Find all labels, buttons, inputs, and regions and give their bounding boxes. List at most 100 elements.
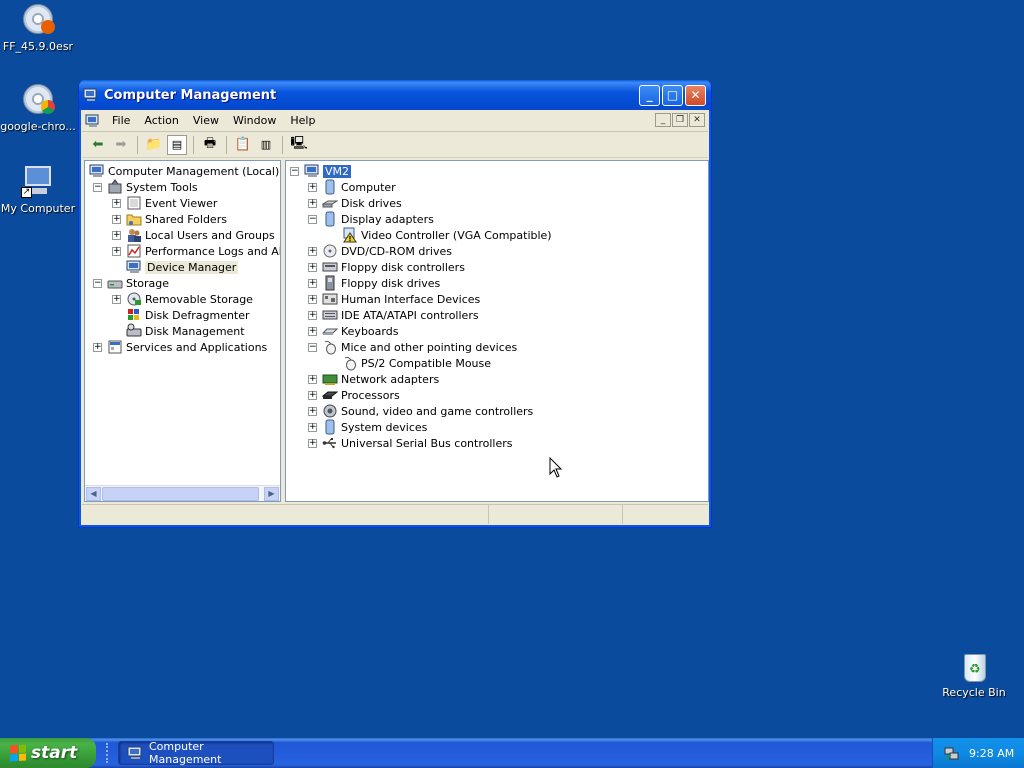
help-button[interactable]: ▥: [256, 135, 276, 155]
device-node-dvd-cdrom[interactable]: + DVD/CD-ROM drives: [308, 243, 452, 259]
expand-icon[interactable]: +: [308, 438, 317, 448]
expand-icon[interactable]: +: [112, 198, 121, 208]
collapse-icon[interactable]: −: [308, 214, 317, 224]
expand-icon[interactable]: +: [308, 326, 317, 336]
device-node-floppy-controllers[interactable]: + Floppy disk controllers: [308, 259, 465, 275]
window-titlebar[interactable]: Computer Management _ □ ✕: [79, 80, 711, 110]
device-node-system-devices[interactable]: + System devices: [308, 419, 427, 435]
maximize-button[interactable]: □: [662, 84, 683, 106]
desktop-icon-my-computer[interactable]: ↗ My Computer: [0, 164, 76, 215]
expand-icon[interactable]: +: [308, 310, 317, 320]
tree-label: Disk Management: [145, 324, 245, 338]
expand-icon[interactable]: +: [308, 294, 317, 304]
computer-management-window[interactable]: Computer Management _ □ ✕ File Action Vi…: [78, 80, 712, 528]
tree-node-removable-storage[interactable]: + Removable Storage: [112, 291, 253, 307]
desktop-icon-chrome-installer[interactable]: google-chro...: [0, 82, 76, 133]
expand-icon[interactable]: +: [308, 198, 317, 208]
taskbar-item-computer-management[interactable]: Computer Management: [118, 740, 274, 766]
tree-node-system-tools[interactable]: − System Tools: [93, 179, 198, 195]
up-one-level-button[interactable]: 📁: [144, 135, 164, 155]
scan-hardware-button[interactable]: 🖳: [289, 135, 309, 155]
expand-icon[interactable]: +: [112, 246, 121, 256]
expand-icon[interactable]: +: [308, 374, 317, 384]
menu-window[interactable]: Window: [226, 114, 283, 127]
expand-icon[interactable]: +: [308, 422, 317, 432]
desktop-icon-recycle-bin[interactable]: ♻ Recycle Bin: [936, 650, 1012, 699]
back-arrow-icon: ⬅: [92, 137, 104, 152]
device-node-video-controller[interactable]: Video Controller (VGA Compatible): [342, 227, 552, 243]
network-tray-icon[interactable]: [943, 745, 959, 761]
scan-hardware-icon: 🖳: [290, 135, 308, 151]
minimize-button[interactable]: _: [639, 84, 660, 106]
taskbar-grip[interactable]: [106, 743, 112, 763]
expand-icon[interactable]: +: [112, 230, 121, 240]
device-node-processors[interactable]: + Processors: [308, 387, 400, 403]
expand-icon[interactable]: +: [308, 182, 317, 192]
desktop-icon-firefox-installer[interactable]: FF_45.9.0esr: [0, 2, 76, 53]
scroll-left-button[interactable]: ◀: [86, 487, 101, 501]
tree-node-event-viewer[interactable]: + Event Viewer: [112, 195, 217, 211]
horizontal-scrollbar[interactable]: ◀ ▶: [85, 485, 280, 501]
child-minimize-button[interactable]: _: [655, 113, 671, 127]
tree-node-local-users[interactable]: + Local Users and Groups: [112, 227, 275, 243]
menu-action[interactable]: Action: [137, 114, 185, 127]
print-button[interactable]: 🖶: [200, 135, 220, 155]
device-tree-pane[interactable]: − VM2 + Computer + Disk drives − Display…: [285, 160, 709, 502]
collapse-icon[interactable]: −: [93, 278, 102, 288]
child-close-button[interactable]: ✕: [689, 113, 705, 127]
expand-icon[interactable]: +: [308, 390, 317, 400]
mmc-document-icon[interactable]: [85, 114, 101, 128]
scroll-thumb[interactable]: [102, 487, 259, 501]
start-label: start: [31, 743, 78, 763]
close-button[interactable]: ✕: [685, 84, 706, 106]
expand-icon[interactable]: +: [112, 294, 121, 304]
back-button[interactable]: ⬅: [88, 135, 108, 155]
expand-icon[interactable]: +: [308, 406, 317, 416]
tree-node-services-applications[interactable]: + Services and Applications: [93, 339, 267, 355]
users-icon: [126, 227, 142, 243]
device-node-disk-drives[interactable]: + Disk drives: [308, 195, 402, 211]
device-node-keyboards[interactable]: + Keyboards: [308, 323, 398, 339]
device-node-root[interactable]: − VM2: [290, 163, 352, 179]
tree-node-disk-defragmenter[interactable]: Disk Defragmenter: [126, 307, 250, 323]
tree-node-disk-management[interactable]: Disk Management: [126, 323, 245, 339]
tree-label: Computer Management (Local): [108, 164, 280, 178]
child-restore-button[interactable]: ❐: [672, 113, 688, 127]
tree-node-computer-management[interactable]: Computer Management (Local): [89, 163, 279, 179]
device-node-floppy-drives[interactable]: + Floppy disk drives: [308, 275, 440, 291]
tree-node-performance-logs[interactable]: + Performance Logs and Alerts: [112, 243, 280, 259]
expand-icon[interactable]: +: [308, 278, 317, 288]
menu-view[interactable]: View: [186, 114, 226, 127]
collapse-icon[interactable]: −: [93, 182, 102, 192]
device-node-ps2-mouse[interactable]: PS/2 Compatible Mouse: [342, 355, 491, 371]
device-node-computer[interactable]: + Computer: [308, 179, 396, 195]
folder-up-icon: 📁: [145, 137, 163, 152]
expand-icon[interactable]: +: [308, 262, 317, 272]
menu-help[interactable]: Help: [283, 114, 322, 127]
device-node-display-adapters[interactable]: − Display adapters: [308, 211, 434, 227]
device-node-sound-video[interactable]: + Sound, video and game controllers: [308, 403, 533, 419]
device-node-usb-controllers[interactable]: + Universal Serial Bus controllers: [308, 435, 512, 451]
device-node-hid[interactable]: + Human Interface Devices: [308, 291, 480, 307]
tree-node-device-manager[interactable]: Device Manager: [126, 259, 239, 275]
tree-label: PS/2 Compatible Mouse: [361, 356, 492, 370]
expand-icon[interactable]: +: [93, 342, 102, 352]
console-tree-pane[interactable]: Computer Management (Local) − System Too…: [84, 160, 281, 502]
menu-file[interactable]: File: [105, 114, 137, 127]
tree-label: Keyboards: [341, 324, 399, 338]
forward-button[interactable]: ➡: [111, 135, 131, 155]
start-button[interactable]: start: [0, 738, 96, 768]
collapse-icon[interactable]: −: [290, 166, 299, 176]
show-hide-tree-button[interactable]: ▤: [167, 134, 187, 155]
device-node-network-adapters[interactable]: + Network adapters: [308, 371, 439, 387]
scroll-right-button[interactable]: ▶: [264, 487, 279, 501]
properties-button[interactable]: 📋: [233, 135, 253, 155]
tree-node-shared-folders[interactable]: + Shared Folders: [112, 211, 227, 227]
expand-icon[interactable]: +: [112, 214, 121, 224]
expand-icon[interactable]: +: [308, 246, 317, 256]
tree-node-storage[interactable]: − Storage: [93, 275, 169, 291]
device-node-ide-controllers[interactable]: + IDE ATA/ATAPI controllers: [308, 307, 479, 323]
clock[interactable]: 9:28 AM: [969, 747, 1014, 760]
collapse-icon[interactable]: −: [308, 342, 317, 352]
device-node-mice[interactable]: − Mice and other pointing devices: [308, 339, 517, 355]
